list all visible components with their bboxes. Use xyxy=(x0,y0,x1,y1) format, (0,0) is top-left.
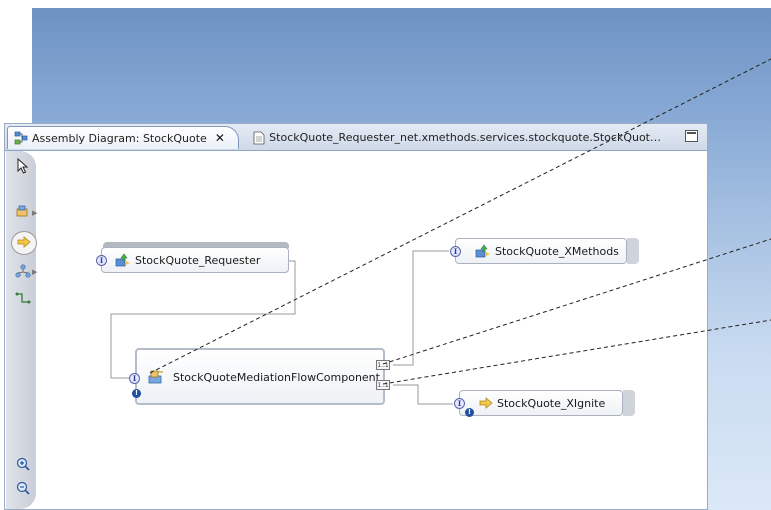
mediation-component-icon xyxy=(147,369,165,385)
xmethods-label: StockQuote_XMethods xyxy=(495,244,619,258)
document-icon xyxy=(253,131,265,145)
requester-label: StockQuote_Requester xyxy=(135,253,261,267)
zoom-in-icon xyxy=(16,457,30,474)
close-icon[interactable]: ✕ xyxy=(215,131,225,145)
component-drawer-icon xyxy=(15,205,31,222)
composite-drawer-icon xyxy=(15,263,31,281)
maximize-button[interactable] xyxy=(685,130,698,142)
import-export-drawer[interactable] xyxy=(11,231,37,255)
xignite-label: StockQuote_XIgnite xyxy=(497,396,606,410)
xignite-warning-icon: ! xyxy=(465,408,474,417)
stockquote-xignite-import[interactable]: I StockQuote_XIgnite xyxy=(454,390,623,416)
web-service-import-icon xyxy=(475,244,491,258)
wire-tool[interactable] xyxy=(12,289,34,309)
mediation-flow-component[interactable]: StockQuoteMediationFlowComponent xyxy=(135,348,385,405)
editor-tab-bar: Assembly Diagram: StockQuote ✕ StockQuot… xyxy=(5,124,707,151)
wires xyxy=(110,250,453,405)
mediation-label: StockQuoteMediationFlowComponent xyxy=(173,371,380,384)
import-export-drawer-icon xyxy=(17,235,31,251)
xignite-import-cap xyxy=(623,390,635,416)
stockquote-requester-component[interactable]: I StockQuote_Requester xyxy=(96,247,289,273)
palette: ▶ ▶ xyxy=(6,151,37,509)
assembly-diagram-icon xyxy=(14,131,28,145)
reference-port-xignite[interactable]: 1..1 xyxy=(376,380,390,390)
diagram-canvas[interactable]: I StockQuote_Requester StockQuoteMediati… xyxy=(37,151,705,509)
selection-tool[interactable] xyxy=(12,157,34,177)
interface-icon[interactable]: I xyxy=(454,397,465,409)
interface-icon[interactable]: I xyxy=(96,254,107,266)
zoom-out-button[interactable] xyxy=(12,479,34,499)
mediation-interface-icon[interactable]: I xyxy=(129,373,140,384)
requester-service-icon xyxy=(115,253,131,267)
editor-window: Assembly Diagram: StockQuote ✕ StockQuot… xyxy=(4,123,708,510)
tab-requester-interface-label: StockQuote_Requester_net.xmethods.servic… xyxy=(269,131,661,144)
mediation-warning-icon: ! xyxy=(132,389,141,398)
composite-drawer[interactable]: ▶ xyxy=(12,262,37,282)
component-drawer[interactable]: ▶ xyxy=(12,203,37,223)
zoom-in-button[interactable] xyxy=(12,455,34,475)
import-arrow-icon xyxy=(479,397,493,409)
selection-tool-icon xyxy=(16,157,30,177)
zoom-out-icon xyxy=(16,481,30,498)
tab-assembly-diagram-label: Assembly Diagram: StockQuote xyxy=(32,131,207,145)
interface-icon[interactable]: I xyxy=(450,245,461,257)
tab-assembly-diagram[interactable]: Assembly Diagram: StockQuote ✕ xyxy=(7,126,239,149)
tab-requester-interface[interactable]: StockQuote_Requester_net.xmethods.servic… xyxy=(247,126,667,149)
reference-port-xmethods[interactable]: 1..1 xyxy=(376,360,390,370)
stockquote-xmethods-import[interactable]: I StockQuote_XMethods xyxy=(450,238,627,264)
wire-tool-icon xyxy=(15,292,31,307)
xmethods-import-cap xyxy=(627,238,639,264)
